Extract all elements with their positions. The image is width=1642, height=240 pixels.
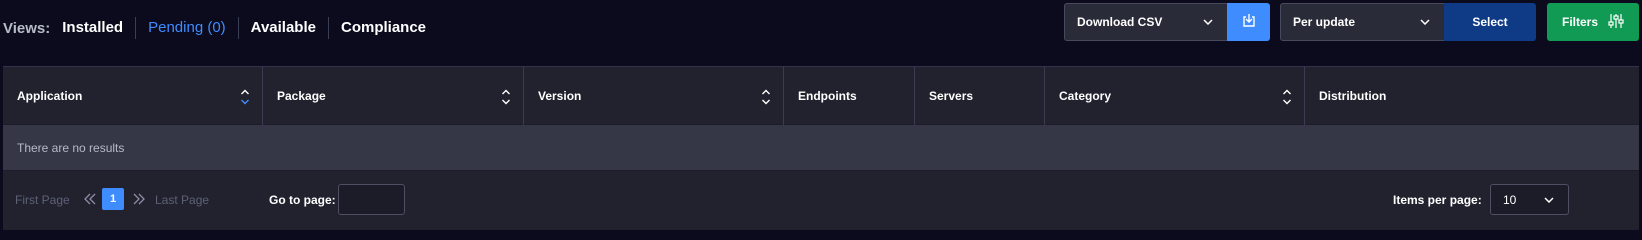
items-per-page-select[interactable]: 10 bbox=[1490, 184, 1569, 215]
view-available[interactable]: Available bbox=[239, 17, 328, 39]
empty-message: There are no results bbox=[17, 140, 125, 155]
column-label: Endpoints bbox=[798, 89, 857, 103]
column-label: Servers bbox=[929, 89, 974, 103]
top-bar: Views: Installed Pending (0) Available C… bbox=[0, 0, 1642, 46]
pagination-bar: First Page 1 Last Page Go to page: Items… bbox=[3, 170, 1639, 230]
view-installed[interactable]: Installed bbox=[62, 17, 135, 39]
views-label: Views: bbox=[3, 19, 51, 37]
first-page-link[interactable]: First Page bbox=[15, 193, 70, 207]
empty-results-row: There are no results bbox=[3, 124, 1639, 170]
column-label: Version bbox=[538, 89, 582, 103]
download-format-value: Download CSV bbox=[1077, 15, 1163, 29]
per-update-select[interactable]: Per update bbox=[1280, 3, 1444, 41]
download-icon bbox=[1241, 12, 1257, 33]
download-format-select[interactable]: Download CSV bbox=[1064, 3, 1227, 41]
column-header-version[interactable]: Version bbox=[524, 67, 784, 125]
column-label: Application bbox=[17, 89, 83, 103]
sort-icon bbox=[501, 88, 511, 106]
column-label: Distribution bbox=[1319, 89, 1387, 103]
goto-page-input[interactable] bbox=[338, 184, 405, 215]
column-header-endpoints[interactable]: Endpoints bbox=[784, 67, 915, 125]
views-nav: Views: Installed Pending (0) Available C… bbox=[3, 17, 438, 39]
chevron-down-icon bbox=[1201, 15, 1215, 29]
sort-icon bbox=[1282, 88, 1292, 106]
filters-button[interactable]: Filters bbox=[1547, 3, 1639, 41]
column-label: Category bbox=[1059, 89, 1112, 103]
column-header-application[interactable]: Application bbox=[3, 67, 263, 125]
items-per-page-label: Items per page: bbox=[1393, 193, 1482, 207]
sort-ascending-icon bbox=[240, 88, 250, 106]
goto-page-label: Go to page: bbox=[269, 193, 336, 207]
chevron-down-icon bbox=[1542, 193, 1556, 207]
column-header-distribution[interactable]: Distribution bbox=[1305, 67, 1639, 125]
per-select-group: Per update Select bbox=[1280, 3, 1536, 41]
filters-label: Filters bbox=[1561, 15, 1598, 29]
double-chevron-right-icon[interactable] bbox=[132, 190, 146, 208]
per-update-value: Per update bbox=[1293, 15, 1356, 29]
sliders-icon bbox=[1608, 13, 1624, 32]
chevron-down-icon bbox=[1418, 15, 1432, 29]
column-header-category[interactable]: Category bbox=[1045, 67, 1305, 125]
download-group: Download CSV bbox=[1064, 3, 1270, 41]
view-pending[interactable]: Pending (0) bbox=[136, 17, 238, 39]
current-page-button[interactable]: 1 bbox=[102, 188, 124, 210]
download-button[interactable] bbox=[1227, 3, 1270, 41]
last-page-link[interactable]: Last Page bbox=[155, 193, 209, 207]
column-header-package[interactable]: Package bbox=[263, 67, 524, 125]
column-label: Package bbox=[277, 89, 326, 103]
sort-icon bbox=[761, 88, 771, 106]
view-compliance[interactable]: Compliance bbox=[329, 17, 438, 39]
results-table: Application Package Version Endpoints Se… bbox=[3, 66, 1639, 232]
table-header: Application Package Version Endpoints Se… bbox=[3, 66, 1639, 125]
column-header-servers[interactable]: Servers bbox=[915, 67, 1045, 125]
select-button[interactable]: Select bbox=[1444, 3, 1536, 41]
items-per-page-value: 10 bbox=[1503, 192, 1517, 207]
double-chevron-left-icon[interactable] bbox=[83, 190, 97, 208]
